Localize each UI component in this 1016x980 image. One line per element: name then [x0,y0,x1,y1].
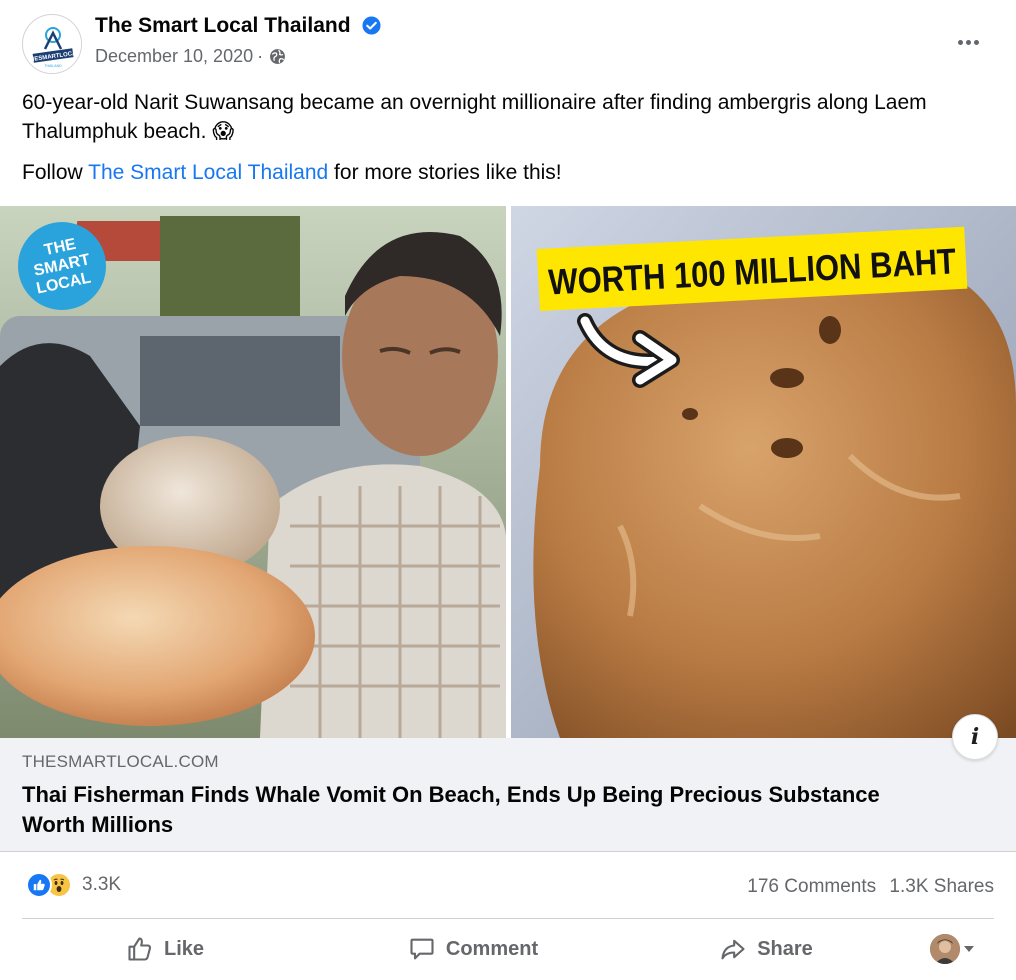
post-follow-line: Follow The Smart Local Thailand for more… [22,158,992,187]
post-stats: 3.3K 176 Comments 1.3K Shares [0,862,1016,910]
like-button[interactable]: Like [110,928,220,970]
stats-divider [22,918,994,919]
post-date[interactable]: December 10, 2020 [95,46,253,67]
link-headline[interactable]: Thai Fisherman Finds Whale Vomit On Beac… [22,780,902,840]
verified-badge-icon [362,16,381,35]
follow-page-link[interactable]: The Smart Local Thailand [88,161,328,184]
comment-label: Comment [445,937,539,960]
reaction-count[interactable]: 3.3K [82,874,121,896]
share-label: Share [757,937,813,960]
more-options-button[interactable] [948,28,988,56]
comment-button[interactable]: Comment [388,928,558,970]
share-button[interactable]: Share [706,928,826,970]
page-logo-icon: THESMARTLOCAL THAILAND [24,16,81,73]
follow-suffix: for more stories like this! [328,161,562,184]
like-reaction-icon [26,872,52,898]
follow-prefix: Follow [22,161,89,184]
page-name-link[interactable]: The Smart Local Thailand [95,14,381,38]
viewer-profile-selector[interactable] [930,934,974,964]
avatar-logo-sub: THAILAND [44,64,62,68]
like-label: Like [163,937,205,960]
reactions-summary[interactable]: 3.3K [26,872,121,898]
post-meta: December 10, 2020 · [95,46,286,67]
shares-count[interactable]: 1.3K Shares [889,876,994,897]
more-dot-icon [965,39,971,45]
link-preview-card[interactable]: THESMARTLOCAL.COM Thai Fisherman Finds W… [0,738,1016,852]
post-text-line: 60-year-old Narit Suwansang became an ov… [22,91,927,143]
post-header: THESMARTLOCAL THAILAND The Smart Local T… [0,0,1016,80]
post-text: 60-year-old Narit Suwansang became an ov… [22,88,992,199]
meta-separator: · [257,46,264,66]
globe-icon[interactable] [269,48,286,65]
post-image-art: THE SMART LOCAL WORTH 100 MILLION BAHT [0,206,1016,738]
page-name[interactable]: The Smart Local Thailand [95,14,351,37]
info-icon[interactable]: i [952,714,998,760]
post-actions: Like Comment Share [0,922,1016,978]
more-dot-icon [973,39,979,45]
share-arrow-icon [721,939,745,960]
comment-bubble-icon [410,938,434,960]
viewer-avatar [930,934,960,964]
engagement-counts: 176 Comments 1.3K Shares [739,876,994,898]
post-image[interactable]: THE SMART LOCAL WORTH 100 MILLION BAHT [0,206,1016,738]
page-avatar[interactable]: THESMARTLOCAL THAILAND [22,14,82,74]
more-dot-icon [957,39,963,45]
link-domain: THESMARTLOCAL.COM [22,752,219,771]
thumbs-up-icon [128,937,152,961]
chevron-down-icon [964,946,974,952]
comments-count[interactable]: 176 Comments [747,876,876,897]
